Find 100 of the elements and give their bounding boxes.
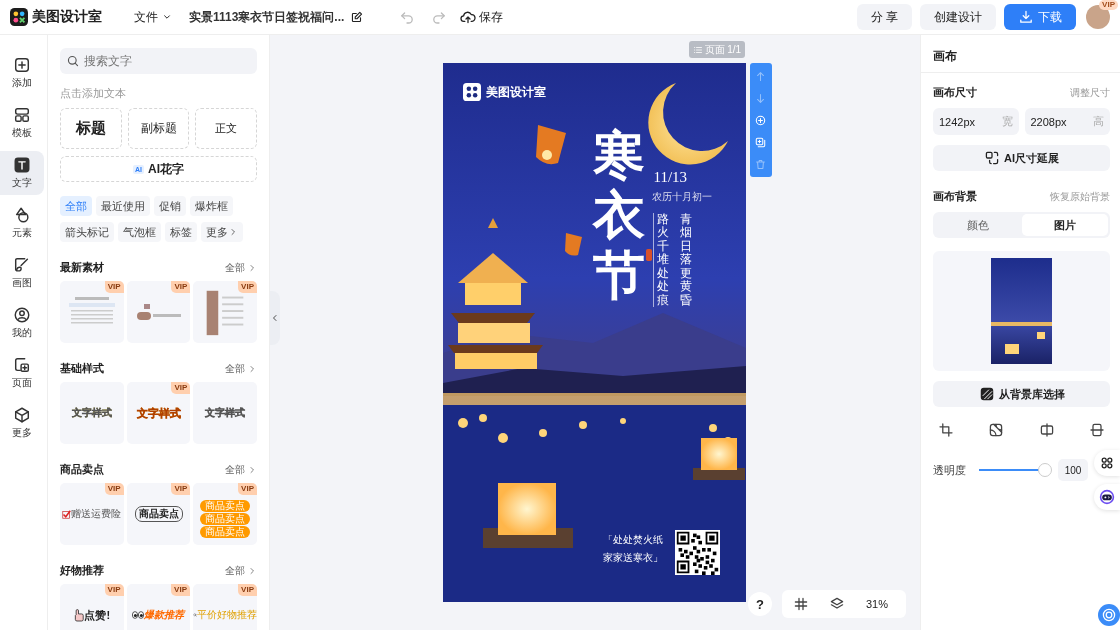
- background-library-button[interactable]: 从背景库选择: [933, 381, 1110, 407]
- text-preset-button[interactable]: 副标题: [127, 108, 190, 149]
- chevron-right-icon: [247, 363, 257, 374]
- share-button[interactable]: 分 享: [856, 4, 912, 30]
- zoom-level[interactable]: 31%: [853, 598, 900, 610]
- filter-chip[interactable]: 促销: [154, 196, 186, 216]
- text-template-card[interactable]: 文字样式: [60, 382, 124, 444]
- filter-chip[interactable]: 箭头标记: [60, 222, 114, 242]
- collapse-handle[interactable]: [270, 290, 280, 345]
- section-title: 商品卖点: [60, 462, 104, 477]
- chevron-right-icon: [247, 464, 257, 475]
- command-icon: [1099, 455, 1115, 471]
- download-button[interactable]: 下载: [1004, 4, 1076, 30]
- view-all-link[interactable]: 全部: [225, 260, 257, 275]
- section-title: 基础样式: [60, 361, 104, 376]
- selling-point-tag: 商品卖点: [134, 506, 183, 522]
- text-template-card[interactable]: VIP 点赞!: [60, 584, 124, 630]
- sidebar-item[interactable]: 文字: [0, 151, 44, 195]
- slider-thumb[interactable]: [1038, 463, 1052, 477]
- app-logo-icon: [10, 8, 28, 26]
- eyes-icon: [132, 611, 145, 619]
- filter-chip[interactable]: 更多: [201, 222, 243, 242]
- text-preset-button[interactable]: 标题: [60, 108, 122, 149]
- selling-point-label: 赠送运费险: [71, 509, 122, 519]
- help-button[interactable]: ?: [747, 592, 772, 616]
- vip-badge: VIP: [238, 584, 257, 596]
- selling-point-tag: 商品卖点: [200, 513, 251, 525]
- shapes-icon: [13, 206, 31, 224]
- chevron-left-icon: [270, 312, 280, 323]
- hatched-square-icon: [978, 386, 995, 402]
- sidebar-item[interactable]: 页面: [0, 351, 44, 395]
- template-icon: [13, 106, 31, 124]
- text-template-card[interactable]: VIP 商品卖点: [126, 483, 191, 545]
- sidebar-item[interactable]: 画图: [0, 251, 44, 295]
- avatar[interactable]: [1086, 5, 1110, 29]
- sky-lantern-drawing: [564, 233, 582, 256]
- floating-lantern-drawing: [692, 438, 745, 480]
- filter-chip[interactable]: 爆炸框: [190, 196, 233, 216]
- sidebar-item[interactable]: 元素: [0, 201, 44, 245]
- selling-point-tag: 商品卖点: [200, 500, 251, 512]
- size-field[interactable]: 1242px 宽: [933, 108, 1019, 135]
- sidebar-item[interactable]: 更多: [0, 401, 44, 445]
- duplicate-icon: [754, 135, 767, 149]
- filter-chip[interactable]: 最近使用: [96, 196, 150, 216]
- text-icon: [13, 156, 31, 174]
- sidebar-item[interactable]: 添加: [0, 51, 44, 95]
- vip-badge: VIP: [104, 281, 124, 293]
- sticker-text: 爆款推荐: [144, 608, 185, 622]
- text-template-card[interactable]: VIP 爆款推荐: [126, 584, 190, 630]
- text-style-sample: 文字样式: [205, 406, 246, 420]
- save-button[interactable]: 保存: [460, 8, 504, 26]
- opacity-label: 透明度: [933, 462, 966, 478]
- view-all-link[interactable]: 全部: [225, 462, 257, 477]
- text-template-card[interactable]: VIP: [60, 281, 124, 343]
- text-template-card[interactable]: VIP 赠送运费险: [60, 483, 124, 545]
- view-all-link[interactable]: 全部: [225, 361, 257, 376]
- poster-title: 寒衣节: [592, 125, 645, 305]
- filter-chip[interactable]: 气泡框: [118, 222, 161, 242]
- text-preset-button[interactable]: 正文: [195, 108, 257, 149]
- text-template-card[interactable]: VIP: [193, 281, 257, 343]
- size-field[interactable]: 2208px 高: [1024, 108, 1110, 135]
- sky-lantern-drawing: [535, 125, 566, 165]
- flip-vertical-icon: [1089, 422, 1105, 438]
- poster-date: 11/13: [653, 169, 688, 186]
- chevron-right-icon: [247, 565, 257, 576]
- text-template-card[interactable]: VIP 商品卖点 商品卖点 商品卖点: [193, 483, 257, 545]
- tab[interactable]: 颜色: [935, 214, 1022, 236]
- sidebar-item[interactable]: 模板: [0, 101, 44, 145]
- spiral-icon: [1101, 607, 1117, 623]
- vip-badge: VIP: [171, 281, 191, 293]
- document-title[interactable]: 实景1113寒衣节日签祝福问...: [189, 8, 345, 26]
- qr-code-icon: [674, 530, 720, 575]
- vip-badge: VIP: [104, 483, 124, 495]
- vip-badge: VIP: [171, 584, 190, 596]
- file-menu[interactable]: 文件: [134, 8, 173, 26]
- arrow-down-icon: [754, 91, 767, 105]
- poster-verse: 青烟日落更黄昏: [679, 213, 692, 308]
- text-template-card[interactable]: VIP: [126, 281, 191, 343]
- chevron-right-icon: [228, 227, 238, 237]
- vip-badge: VIP: [238, 483, 257, 495]
- text-template-card[interactable]: VIP 平价好物推荐: [193, 584, 257, 630]
- sidebar-item[interactable]: 我的: [0, 301, 44, 345]
- search-field[interactable]: 搜索文字: [60, 48, 257, 74]
- view-all-link[interactable]: 全部: [225, 563, 257, 578]
- create-design-button[interactable]: 创建设计: [920, 4, 996, 30]
- text-template-card[interactable]: 文字样式: [193, 382, 257, 444]
- opacity-value-field[interactable]: 100: [1058, 459, 1088, 481]
- tab[interactable]: 图片: [1021, 214, 1108, 236]
- shortcut-button[interactable]: [1094, 450, 1120, 476]
- assistant-button[interactable]: [1094, 484, 1120, 510]
- filter-chip[interactable]: 标签: [165, 222, 197, 242]
- filter-chip[interactable]: 全部: [60, 196, 92, 216]
- filter-icon: [988, 422, 1005, 438]
- ai-extend-button[interactable]: AI尺寸延展: [933, 145, 1110, 171]
- text-template-card[interactable]: VIP 文字样式: [126, 382, 191, 444]
- user-icon: [13, 306, 31, 324]
- plus-square-icon: [13, 56, 31, 74]
- vip-badge: VIP: [171, 483, 191, 495]
- section-title: 画布尺寸: [933, 85, 977, 100]
- page-add-icon: [13, 356, 31, 374]
